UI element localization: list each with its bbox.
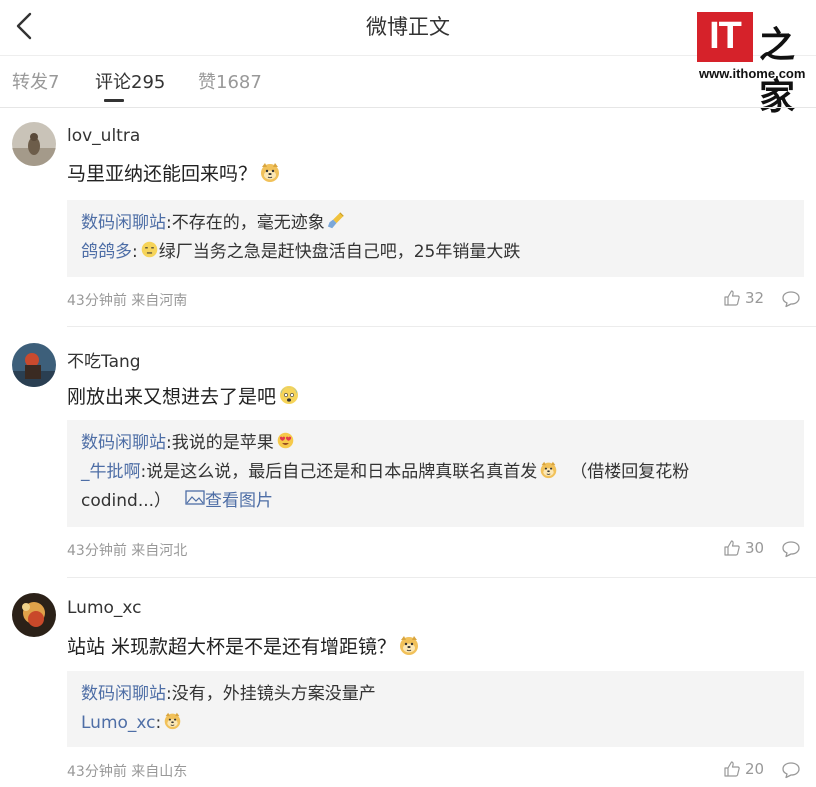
username[interactable]: 不吃Tang	[67, 347, 141, 372]
like-count: 20	[745, 760, 765, 778]
reply-line: _牛批啊:说是这么说，最后自己还是和日本品牌真联名真首发 （借楼回复花粉	[81, 458, 790, 487]
thumbs-up-icon	[724, 290, 740, 306]
scared-emoji-icon	[278, 384, 300, 406]
comment-text: 站站 米现款超大杯是不是还有增距镜？	[67, 632, 420, 659]
reply-text: codind...）	[81, 491, 172, 511]
divider	[67, 326, 816, 327]
comment-meta: 43分钟前 来自河北	[67, 540, 187, 560]
reply-box[interactable]: 数码闲聊站:没有，外挂镜头方案没量产 Lumo_xc:	[67, 671, 804, 747]
reply-text: :没有，外挂镜头方案没量产	[166, 684, 376, 704]
username[interactable]: Lumo_xc	[67, 598, 142, 618]
doge-emoji-icon	[539, 460, 558, 479]
reply-text: :	[155, 713, 162, 733]
reply-line: 数码闲聊站:没有，外挂镜头方案没量产	[81, 680, 790, 709]
reply-text: :说是这么说，最后自己还是和日本品牌真联名真首发	[140, 462, 538, 482]
like-count: 30	[745, 539, 765, 557]
reply-username[interactable]: 鸽鸽多	[81, 242, 132, 262]
heart-eyes-emoji-icon	[276, 431, 295, 450]
tab-comments[interactable]: 评论295	[95, 68, 165, 94]
reply-text: 绿厂当务之急是赶快盘活自己吧，25年销量大跌	[158, 242, 521, 262]
divider	[67, 577, 816, 578]
reply-line: codind...） 查看图片	[81, 487, 790, 516]
comment-location: 来自山东	[131, 764, 188, 780]
tab-likes[interactable]: 赞1687	[198, 68, 262, 94]
comment-time: 43分钟前	[67, 293, 127, 309]
comment-text: 刚放出来又想进去了是吧	[67, 382, 300, 409]
reply-box[interactable]: 数码闲聊站:我说的是苹果 _牛批啊:说是这么说，最后自己还是和日本品牌真联名真首…	[67, 420, 804, 527]
doge-emoji-icon	[398, 634, 420, 656]
like-button[interactable]: 30	[723, 539, 764, 557]
comment-meta: 43分钟前 来自山东	[67, 761, 187, 781]
tab-reposts[interactable]: 转发7	[12, 68, 59, 94]
comment-time: 43分钟前	[67, 543, 127, 559]
ithome-logo: IT	[697, 12, 753, 62]
doge-emoji-icon	[259, 161, 281, 183]
top-bar: 微博正文	[0, 0, 816, 56]
avatar[interactable]	[12, 593, 56, 637]
comment-text-content: 刚放出来又想进去了是吧	[67, 386, 277, 408]
reply-comment-icon[interactable]	[781, 290, 801, 308]
view-image-label[interactable]: 查看图片	[205, 491, 273, 511]
page-title: 微博正文	[366, 15, 450, 39]
reply-line: Lumo_xc:	[81, 709, 790, 738]
comment-text-content: 马里亚纳还能回来吗？	[67, 163, 258, 185]
reply-username[interactable]: 数码闲聊站	[81, 684, 166, 704]
avatar[interactable]	[12, 122, 56, 166]
like-button[interactable]: 32	[723, 289, 764, 307]
reply-text: :不存在的，毫无迹象	[166, 213, 325, 233]
username[interactable]: lov_ultra	[67, 126, 140, 146]
reply-line: 数码闲聊站:我说的是苹果	[81, 429, 790, 458]
reply-text: :我说的是苹果	[166, 433, 274, 453]
reply-username[interactable]: Lumo_xc	[81, 713, 156, 733]
face-emoji-icon	[140, 240, 159, 259]
reply-line: 鸽鸽多: 绿厂当务之急是赶快盘活自己吧，25年销量大跌	[81, 240, 521, 262]
comment-text-content: 站站 米现款超大杯是不是还有增距镜？	[67, 636, 397, 658]
avatar[interactable]	[12, 343, 56, 387]
reply-line: 数码闲聊站:不存在的，毫无迹象	[81, 209, 790, 238]
sweep-emoji-icon	[327, 211, 346, 230]
image-icon	[185, 490, 205, 505]
doge-emoji-icon	[163, 711, 182, 730]
reply-suffix: （借楼回复花粉	[570, 462, 690, 482]
view-image-link[interactable]: 查看图片	[185, 490, 273, 511]
reply-username[interactable]: 数码闲聊站	[81, 433, 166, 453]
reply-box[interactable]: 数码闲聊站:不存在的，毫无迹象 鸽鸽多: 绿厂当务之急是赶快盘活自己吧，25年销量…	[67, 200, 804, 277]
comment-text: 马里亚纳还能回来吗？	[67, 159, 281, 186]
active-tab-indicator	[104, 99, 124, 102]
like-count: 32	[745, 289, 765, 307]
reply-comment-icon[interactable]	[781, 761, 801, 779]
reply-username[interactable]: _牛批啊	[81, 462, 141, 482]
reply-username[interactable]: 数码闲聊站	[81, 213, 166, 233]
thumbs-up-icon	[724, 540, 740, 556]
like-button[interactable]: 20	[723, 760, 764, 778]
comment-time: 43分钟前	[67, 764, 127, 780]
reply-comment-icon[interactable]	[781, 540, 801, 558]
comment-meta: 43分钟前 来自河南	[67, 290, 187, 310]
thumbs-up-icon	[724, 761, 740, 777]
comment-location: 来自河南	[131, 293, 188, 309]
comment-location: 来自河北	[131, 543, 188, 559]
